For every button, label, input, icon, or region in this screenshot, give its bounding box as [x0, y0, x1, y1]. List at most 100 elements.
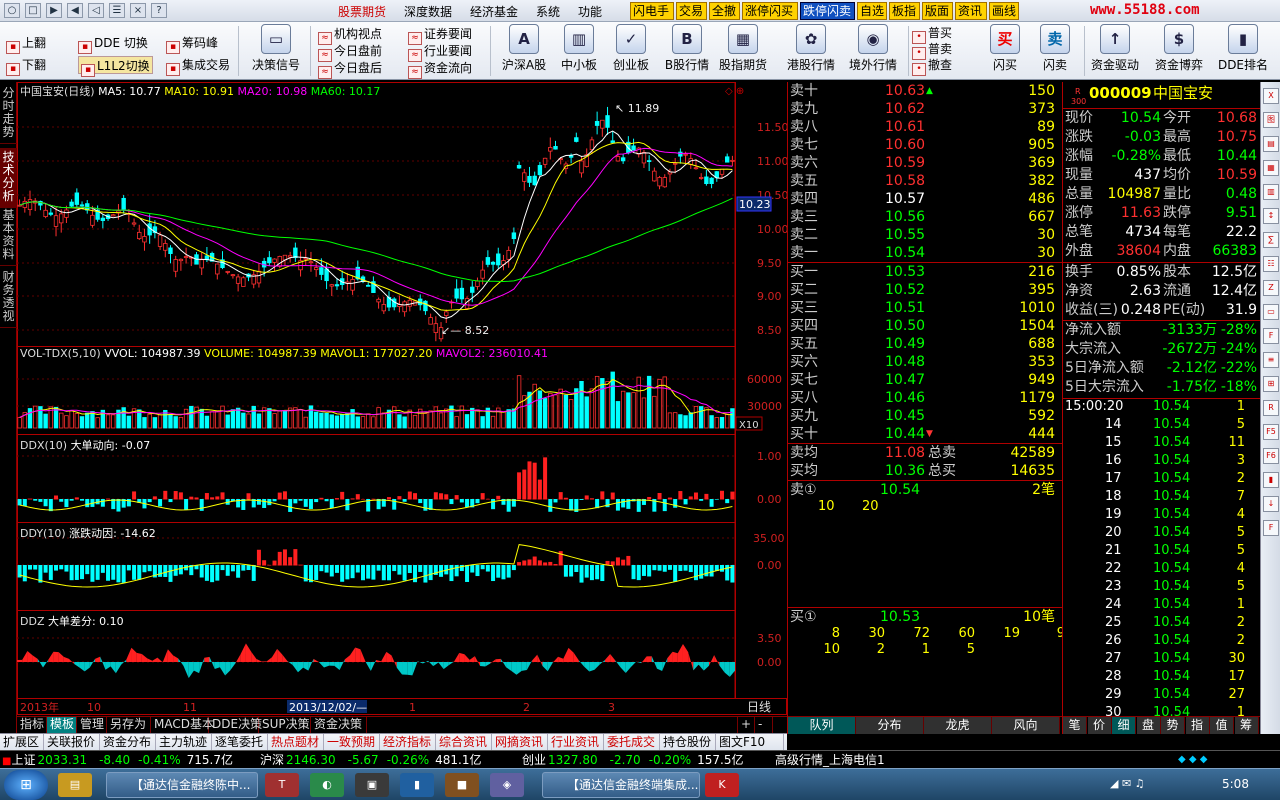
- menu-4[interactable]: 功能: [578, 3, 602, 20]
- capital-button-1[interactable]: $ 资金博弈: [1148, 24, 1210, 78]
- market-button-2[interactable]: ✓ 创业板: [601, 24, 661, 78]
- tick-tab-5[interactable]: 指: [1185, 717, 1210, 734]
- app-icon[interactable]: ◐: [310, 773, 344, 797]
- bid-row[interactable]: 买五 10.49 688: [788, 335, 1063, 353]
- indicator-tab-0[interactable]: 指标: [17, 717, 47, 733]
- side-tool-icon-15[interactable]: F6: [1263, 448, 1279, 464]
- quick-button-2[interactable]: 全撤: [709, 2, 740, 20]
- side-tool-icon-18[interactable]: F: [1263, 520, 1279, 536]
- indicator-tab-1[interactable]: 模板: [47, 717, 77, 733]
- extension-tab-6[interactable]: 一致预期: [324, 734, 380, 751]
- toolbar-small-1[interactable]: ▪ 下翻: [6, 56, 46, 76]
- left-tab-0[interactable]: 分时走势: [0, 84, 17, 144]
- side-tool-icon-17[interactable]: ↓: [1263, 496, 1279, 512]
- start-button[interactable]: ⊞: [4, 770, 48, 800]
- toolbar-small-4[interactable]: ▪ 筹码峰: [166, 34, 218, 54]
- quick-button-3[interactable]: 涨停闪买: [742, 2, 798, 20]
- ask-row[interactable]: 卖七 10.60 905: [788, 136, 1063, 154]
- extension-tab-12[interactable]: 持仓股份: [660, 734, 716, 751]
- side-tool-icon-12[interactable]: ⊞: [1263, 376, 1279, 392]
- window-control-button-4[interactable]: ◁: [88, 3, 104, 18]
- window-control-button-5[interactable]: ☰: [109, 3, 125, 18]
- side-tool-icon-8[interactable]: Z: [1263, 280, 1279, 296]
- tick-tab-0[interactable]: 笔: [1063, 717, 1087, 734]
- side-tool-icon-9[interactable]: ▭: [1263, 304, 1279, 320]
- app-icon[interactable]: ◈: [490, 773, 524, 797]
- bid-row[interactable]: 买九 10.45 592: [788, 407, 1063, 425]
- bid-row[interactable]: 买十 10.44 ▼ 444: [788, 425, 1063, 443]
- quick-button-9[interactable]: 画线: [989, 2, 1019, 20]
- side-tool-icon-6[interactable]: ∑: [1263, 232, 1279, 248]
- capital-button-0[interactable]: ↑ 资金驱动: [1084, 24, 1146, 78]
- toolbar-small-0[interactable]: ▪ 上翻: [6, 34, 46, 54]
- bid-row[interactable]: 买二 10.52 395: [788, 281, 1063, 299]
- extension-tab-7[interactable]: 经济指标: [380, 734, 436, 751]
- order-book-tab-2[interactable]: 龙虎: [924, 717, 992, 734]
- ask-row[interactable]: 卖四 10.57 486: [788, 190, 1063, 208]
- bid-row[interactable]: 买六 10.48 353: [788, 353, 1063, 371]
- chart-area[interactable]: 11.5011.0010.5010.009.509.008.5010.23↖ 1…: [17, 82, 787, 716]
- side-tool-icon-4[interactable]: ▥: [1263, 184, 1279, 200]
- ask-row[interactable]: 卖二 10.55 30: [788, 226, 1063, 244]
- app-icon[interactable]: ▣: [355, 773, 389, 797]
- market-button-0[interactable]: A 沪深A股: [494, 24, 554, 78]
- side-tool-icon-1[interactable]: 图: [1263, 112, 1279, 128]
- tick-tab-7[interactable]: 筹: [1234, 717, 1259, 734]
- side-tool-icon-3[interactable]: ▦: [1263, 160, 1279, 176]
- tick-tab-3[interactable]: 盘: [1136, 717, 1161, 734]
- app-icon[interactable]: ▮: [400, 773, 434, 797]
- extension-tab-8[interactable]: 综合资讯: [436, 734, 492, 751]
- zoom-out-button[interactable]: -: [755, 717, 773, 733]
- window-control-button-6[interactable]: ×: [130, 3, 146, 18]
- bid-row[interactable]: 买四 10.50 1504: [788, 317, 1063, 335]
- side-tool-icon-13[interactable]: R: [1263, 400, 1279, 416]
- flash-trade-button-1[interactable]: 卖闪卖: [1025, 24, 1085, 78]
- extension-tab-9[interactable]: 网摘资讯: [492, 734, 548, 751]
- capital-button-2[interactable]: ▮ DDE排名: [1210, 24, 1276, 78]
- news-link-2[interactable]: ≈ 今日盘后: [318, 60, 382, 79]
- index-quote-2[interactable]: 创业 1327.80 -2.70 -0.20% 157.5亿: [522, 751, 744, 769]
- extension-tab-11[interactable]: 委托成交: [604, 734, 660, 751]
- left-tab-3[interactable]: 财务透视: [0, 268, 17, 328]
- menu-3[interactable]: 系统: [536, 3, 560, 20]
- indicator-tab-7[interactable]: 资金决策: [311, 717, 367, 733]
- extension-tab-1[interactable]: 关联报价: [44, 734, 100, 751]
- extension-tab-4[interactable]: 逐笔委托: [212, 734, 268, 751]
- news-link-4[interactable]: ≈ 行业要闻: [408, 43, 472, 62]
- extension-tab-0[interactable]: 扩展区: [0, 734, 44, 751]
- taskbar-app-0[interactable]: 【通达信金融终陈中...: [106, 772, 258, 798]
- left-tab-1[interactable]: 技术分析: [0, 148, 17, 208]
- ask-row[interactable]: 卖五 10.58 382: [788, 172, 1063, 190]
- extension-tab-10[interactable]: 行业资讯: [548, 734, 604, 751]
- bid-row[interactable]: 买八 10.46 1179: [788, 389, 1063, 407]
- index-quote-1[interactable]: 沪深 2146.30 -5.67 -0.26% 481.1亿: [260, 751, 482, 769]
- folder-icon[interactable]: ▤: [58, 773, 92, 797]
- trade-link-0[interactable]: • 普买: [912, 25, 952, 44]
- quick-button-0[interactable]: 闪电手: [630, 2, 674, 20]
- extension-tab-2[interactable]: 资金分布: [100, 734, 156, 751]
- side-tool-icon-5[interactable]: ↕: [1263, 208, 1279, 224]
- quick-button-7[interactable]: 版面: [922, 2, 953, 20]
- market-button-4[interactable]: ▦ 股指期货: [713, 24, 773, 78]
- market-button-6[interactable]: ◉ 境外行情: [843, 24, 903, 78]
- quick-button-4[interactable]: 跌停闪卖: [800, 2, 855, 20]
- window-control-button-3[interactable]: ◀: [67, 3, 83, 18]
- left-tab-2[interactable]: 基本资料: [0, 206, 17, 266]
- news-link-3[interactable]: ≈ 证券要闻: [408, 26, 472, 45]
- indicator-tab-5[interactable]: DDE决策: [209, 717, 262, 733]
- market-button-1[interactable]: ▥ 中小板: [549, 24, 609, 78]
- extension-tab-5[interactable]: 热点题材: [268, 734, 324, 751]
- tick-tab-4[interactable]: 势: [1161, 717, 1185, 734]
- order-book-tab-0[interactable]: 队列: [788, 717, 856, 734]
- order-book-tab-3[interactable]: 风向: [992, 717, 1060, 734]
- side-tool-icon-16[interactable]: ▮: [1263, 472, 1279, 488]
- indicator-tab-2[interactable]: 管理: [77, 717, 107, 733]
- tick-tab-6[interactable]: 值: [1210, 717, 1234, 734]
- indicator-tab-6[interactable]: SUP决策: [259, 717, 311, 733]
- side-tool-icon-10[interactable]: F: [1263, 328, 1279, 344]
- window-control-button-0[interactable]: ○: [4, 3, 20, 18]
- bid-row[interactable]: 买七 10.47 949: [788, 371, 1063, 389]
- extension-tab-13[interactable]: 图文F10: [716, 734, 784, 751]
- indicator-tab-4[interactable]: MACD基本: [151, 717, 214, 733]
- window-control-button-2[interactable]: ▶: [46, 3, 62, 18]
